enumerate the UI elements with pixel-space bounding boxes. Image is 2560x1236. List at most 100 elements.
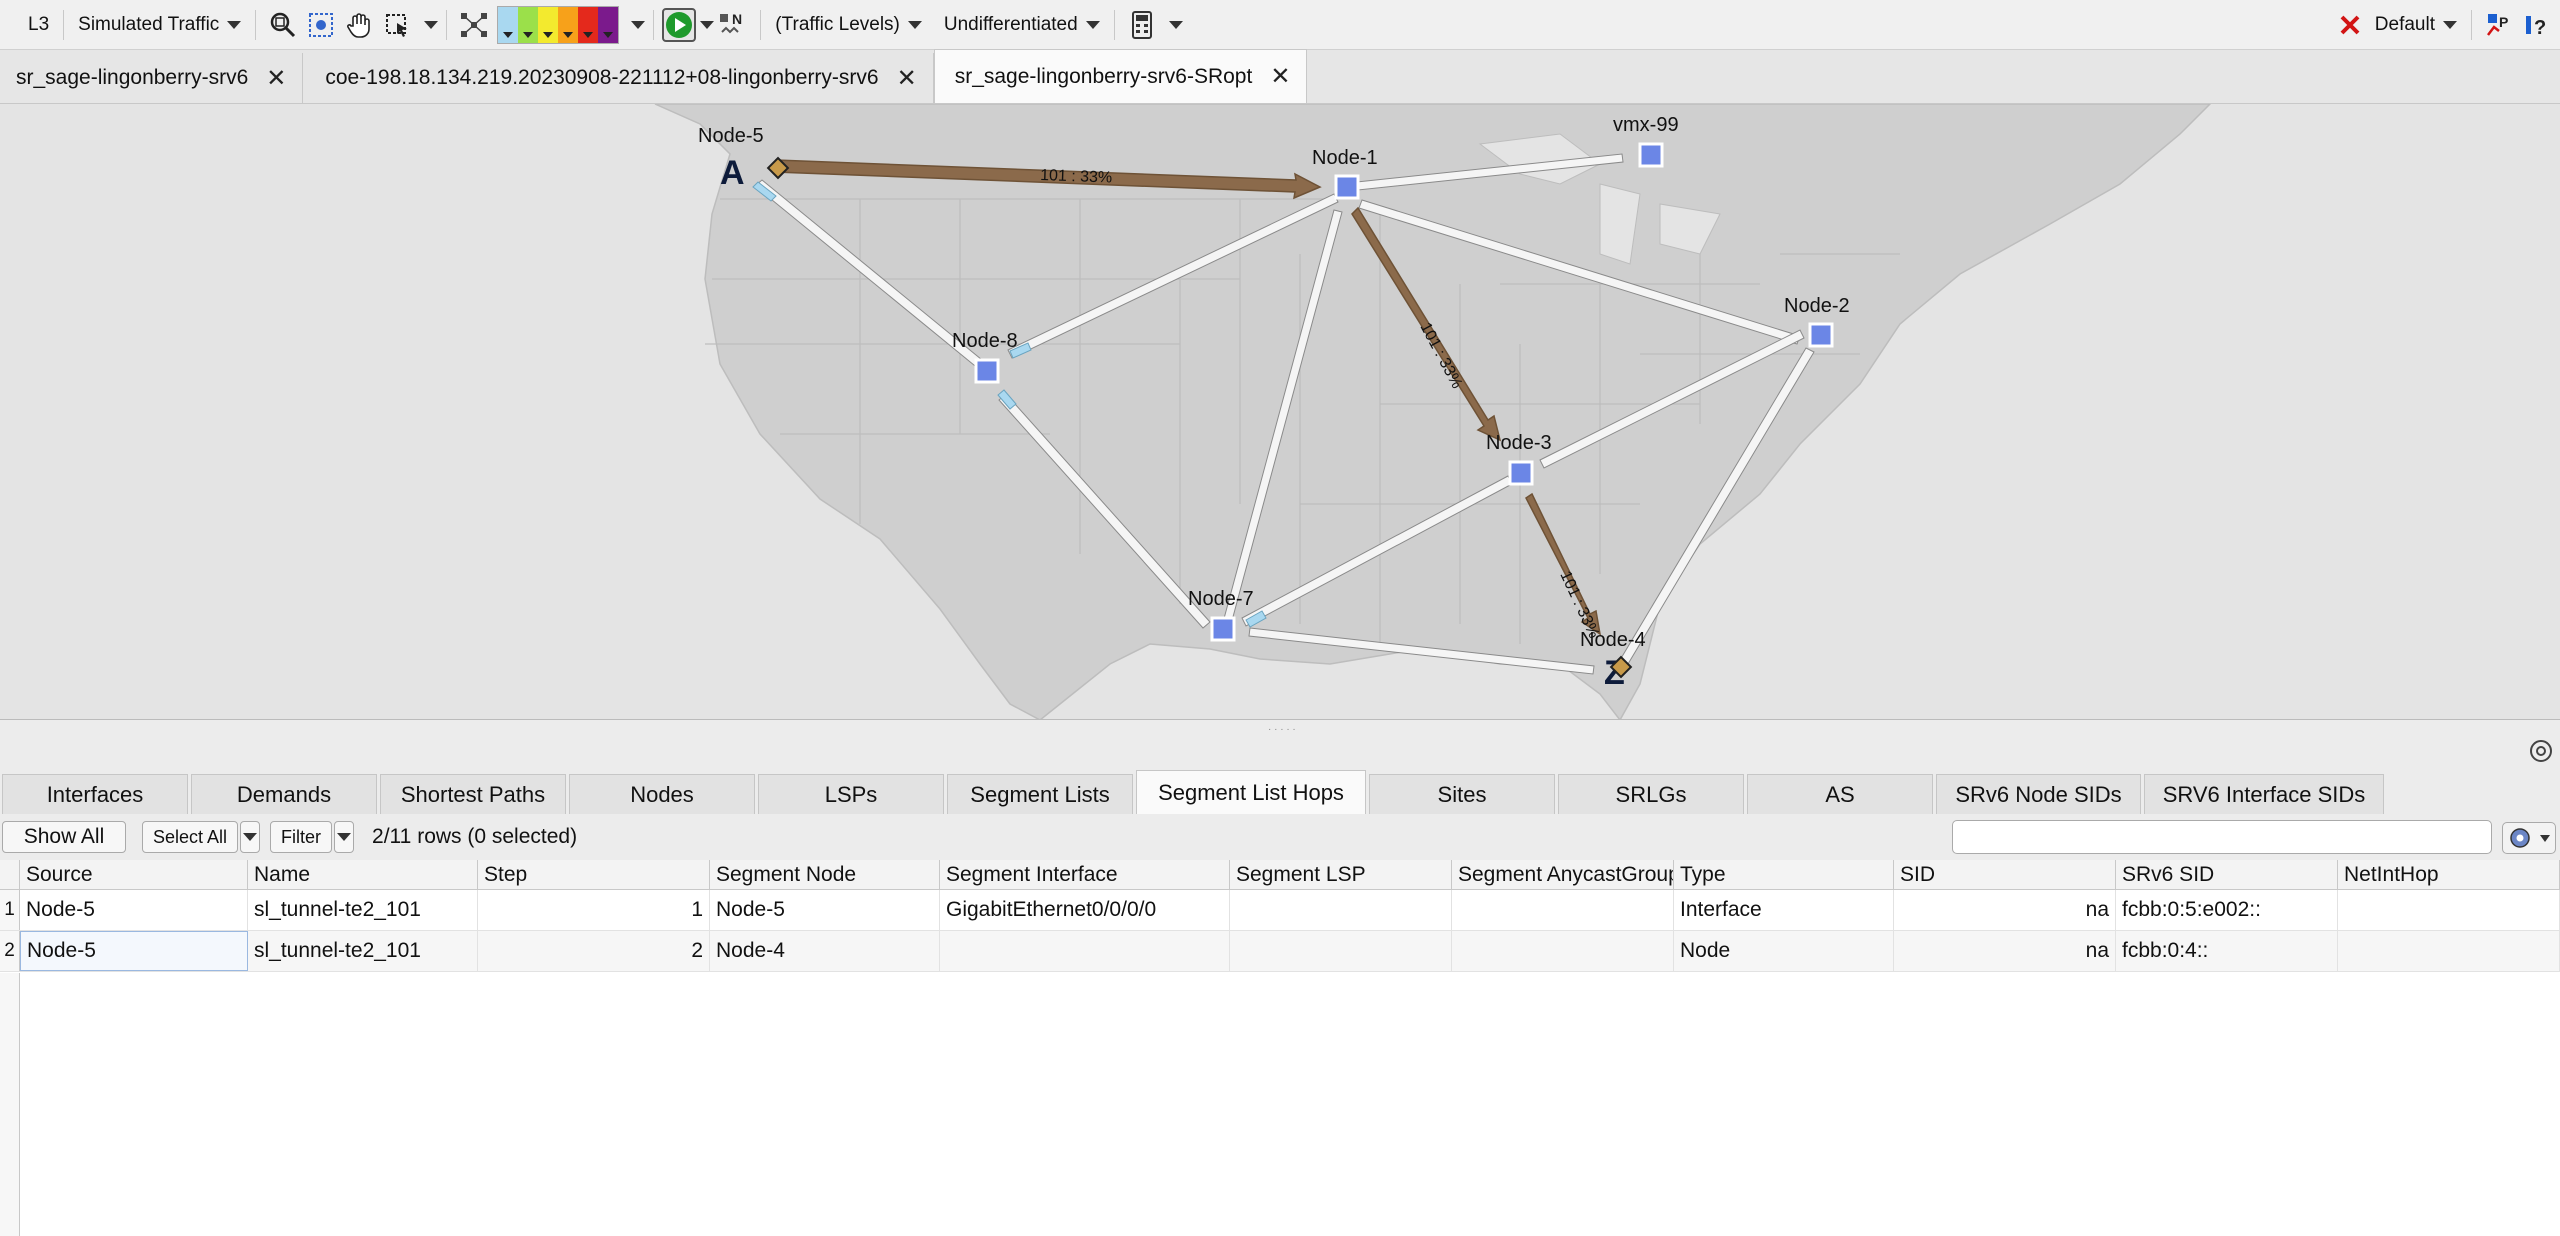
plot-icon[interactable]: P: [2482, 8, 2516, 42]
chevron-down-icon[interactable]: [424, 20, 439, 29]
col-type[interactable]: Type: [1674, 860, 1894, 889]
differentiation-label: Undifferentiated: [943, 13, 1078, 35]
filter-dropdown[interactable]: [334, 821, 355, 853]
cell-segment-lsp[interactable]: [1230, 890, 1452, 930]
fit-icon[interactable]: [304, 8, 338, 42]
node-1-icon[interactable]: [1334, 174, 1360, 200]
traffic-color-legend[interactable]: [497, 5, 620, 44]
cell-type[interactable]: Interface: [1674, 890, 1894, 930]
calculator-icon[interactable]: [1125, 8, 1159, 42]
node-label-icon[interactable]: N: [716, 8, 750, 42]
doc-tab-3[interactable]: sr_sage-lingonberry-srv6-SRopt ✕: [933, 49, 1308, 103]
swatch-red[interactable]: [578, 6, 599, 43]
select-region-icon[interactable]: [380, 8, 414, 42]
table-row[interactable]: 1 Node-5 sl_tunnel-te2_101 1 Node-5 Giga…: [0, 890, 2560, 931]
tab-nodes[interactable]: Nodes: [569, 774, 755, 814]
layout-icon[interactable]: [457, 8, 491, 42]
node-3-icon[interactable]: [1508, 460, 1534, 486]
zoom-icon[interactable]: [266, 8, 300, 42]
table-search-input[interactable]: [1952, 820, 2492, 854]
tab-as[interactable]: AS: [1747, 774, 1933, 814]
tab-sites[interactable]: Sites: [1369, 774, 1555, 814]
swatch-purple[interactable]: [598, 6, 619, 43]
cell-segment-node[interactable]: Node-5: [710, 890, 940, 930]
swatch-light-blue[interactable]: [498, 6, 519, 43]
profile-dropdown[interactable]: Default: [2369, 5, 2463, 45]
chevron-down-icon[interactable]: [1168, 20, 1183, 29]
node-vmx99-icon[interactable]: [1638, 142, 1664, 168]
cell-name[interactable]: sl_tunnel-te2_101: [248, 890, 478, 930]
cell-sid[interactable]: na: [1894, 890, 2116, 930]
swatch-green[interactable]: [518, 6, 539, 43]
col-segment-node[interactable]: Segment Node: [710, 860, 940, 889]
cell-netinthop[interactable]: [2338, 890, 2560, 930]
cell-name[interactable]: sl_tunnel-te2_101: [248, 931, 478, 971]
node-8-icon[interactable]: [974, 358, 1000, 384]
gear-icon[interactable]: [2502, 822, 2556, 854]
col-sid[interactable]: SID: [1894, 860, 2116, 889]
node-7-icon[interactable]: [1210, 616, 1236, 642]
swatch-yellow[interactable]: [538, 6, 559, 43]
cell-source[interactable]: Node-5: [20, 890, 248, 930]
swatch-orange[interactable]: [558, 6, 579, 43]
traffic-mode-dropdown[interactable]: Simulated Traffic: [72, 5, 247, 45]
tab-segment-list-hops[interactable]: Segment List Hops: [1136, 770, 1366, 814]
cell-segment-interface[interactable]: GigabitEthernet0/0/0/0: [940, 890, 1230, 930]
tab-srv6-node-sids[interactable]: SRv6 Node SIDs: [1936, 774, 2141, 814]
show-all-button[interactable]: Show All: [2, 821, 126, 853]
cell-source[interactable]: Node-5: [20, 931, 248, 971]
panel-splitter[interactable]: · · · · ·: [0, 720, 2560, 740]
tab-srlgs[interactable]: SRLGs: [1558, 774, 1744, 814]
cell-segment-interface[interactable]: [940, 931, 1230, 971]
tab-shortest-paths[interactable]: Shortest Paths: [380, 774, 566, 814]
col-source[interactable]: Source: [20, 860, 248, 889]
error-x-icon[interactable]: [2333, 8, 2367, 42]
col-name[interactable]: Name: [248, 860, 478, 889]
tab-interfaces[interactable]: Interfaces: [2, 774, 188, 814]
layer-selector[interactable]: L3: [0, 5, 55, 45]
tab-demands[interactable]: Demands: [191, 774, 377, 814]
table-row[interactable]: 2 Node-5 sl_tunnel-te2_101 2 Node-4 Node…: [0, 931, 2560, 972]
tab-srv6-interface-sids[interactable]: SRV6 Interface SIDs: [2144, 774, 2384, 814]
filter-button[interactable]: Filter: [270, 821, 333, 853]
cell-step[interactable]: 1: [478, 890, 710, 930]
select-all-button[interactable]: Select All: [142, 821, 239, 853]
cell-step[interactable]: 2: [478, 931, 710, 971]
cell-netinthop[interactable]: [2338, 931, 2560, 971]
help-icon[interactable]: ?: [2520, 8, 2554, 42]
differentiation-dropdown[interactable]: Undifferentiated: [938, 5, 1106, 45]
chevron-down-icon[interactable]: [631, 20, 646, 29]
play-icon[interactable]: [662, 7, 697, 42]
pan-hand-icon[interactable]: [342, 8, 376, 42]
close-icon[interactable]: ✕: [266, 64, 286, 93]
panel-options-icon[interactable]: [2530, 740, 2552, 762]
col-step[interactable]: Step: [478, 860, 710, 889]
map-canvas[interactable]: 101 : 33% 101 : 33% 101 : 33% A Z Node-5…: [0, 104, 2560, 720]
node-2-icon[interactable]: [1808, 322, 1834, 348]
main-toolbar: L3 Simulated Traffic N (Traffic Levels) …: [0, 0, 2560, 50]
network-map[interactable]: 101 : 33% 101 : 33% 101 : 33% A Z Node-5…: [0, 104, 2560, 720]
cell-segment-anycast-group[interactable]: [1452, 931, 1674, 971]
col-segment-interface[interactable]: Segment Interface: [940, 860, 1230, 889]
cell-segment-node[interactable]: Node-4: [710, 931, 940, 971]
close-icon[interactable]: ✕: [1270, 62, 1290, 91]
cell-segment-lsp[interactable]: [1230, 931, 1452, 971]
col-srv6-sid[interactable]: SRv6 SID: [2116, 860, 2338, 889]
col-segment-lsp[interactable]: Segment LSP: [1230, 860, 1452, 889]
node-label: Node-2: [1784, 295, 1850, 317]
col-netinthop[interactable]: NetIntHop: [2338, 860, 2560, 889]
doc-tab-2[interactable]: coe-198.18.134.219.20230908-221112+08-li…: [303, 53, 934, 103]
close-icon[interactable]: ✕: [897, 64, 917, 93]
cell-srv6-sid[interactable]: fcbb:0:4::: [2116, 931, 2338, 971]
traffic-levels-dropdown[interactable]: (Traffic Levels): [769, 5, 928, 45]
tab-lsps[interactable]: LSPs: [758, 774, 944, 814]
col-segment-anycast-group[interactable]: Segment AnycastGroup: [1452, 860, 1674, 889]
cell-segment-anycast-group[interactable]: [1452, 890, 1674, 930]
tab-segment-lists[interactable]: Segment Lists: [947, 774, 1133, 814]
cell-sid[interactable]: na: [1894, 931, 2116, 971]
chevron-down-icon[interactable]: [700, 20, 715, 29]
cell-type[interactable]: Node: [1674, 931, 1894, 971]
doc-tab-1[interactable]: sr_sage-lingonberry-srv6 ✕: [0, 53, 304, 103]
select-all-dropdown[interactable]: [240, 821, 261, 853]
cell-srv6-sid[interactable]: fcbb:0:5:e002::: [2116, 890, 2338, 930]
